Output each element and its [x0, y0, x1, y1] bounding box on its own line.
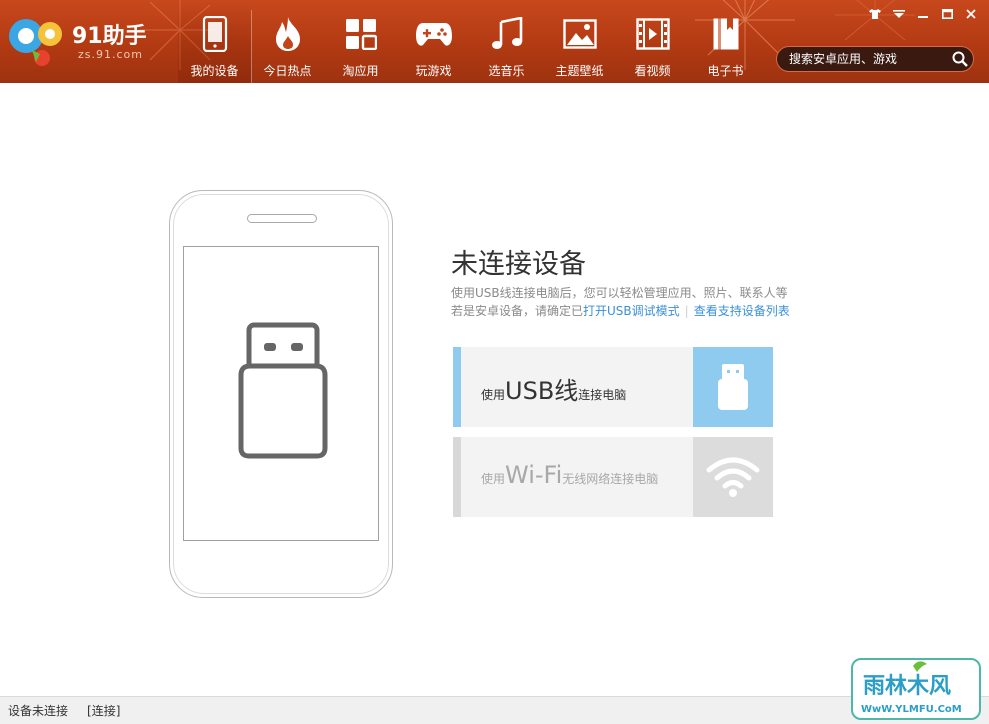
watermark-logo: 雨林木风 WwW.YLMFU.CoM — [851, 658, 981, 720]
phone-speaker — [247, 214, 317, 223]
wifi-option-icon-box — [693, 437, 773, 517]
description-line-2: 若是安卓设备，请确定已打开USB调试模式 | 查看支持设备列表 — [451, 302, 790, 319]
main-content: 未连接设备 使用USB线连接电脑后，您可以轻松管理应用、照片、联系人等 若是安卓… — [0, 83, 989, 696]
option-label-post: 无线网络连接电脑 — [562, 472, 659, 486]
option-accent-bar — [453, 347, 461, 427]
nav-label: 看视频 — [634, 64, 671, 78]
app-logo: 91助手 zs.91.com — [6, 12, 166, 68]
music-note-icon — [487, 14, 527, 54]
book-icon — [706, 14, 746, 54]
minimize-icon[interactable] — [913, 6, 933, 22]
usb-option-icon-box — [693, 347, 773, 427]
status-bar: 设备未连接 [连接] — [0, 696, 989, 724]
nav-label: 淘应用 — [342, 64, 379, 78]
nav-label: 选音乐 — [488, 64, 525, 78]
nav-label: 玩游戏 — [415, 64, 452, 78]
supported-devices-link[interactable]: 查看支持设备列表 — [694, 304, 790, 318]
page-title: 未连接设备 — [451, 249, 586, 280]
option-label-pre: 使用 — [481, 472, 506, 486]
nav-label: 我的设备 — [190, 64, 239, 78]
logo-title: 91助手 — [72, 24, 147, 49]
option-label-pre: 使用 — [481, 388, 506, 402]
connection-status: 设备未连接 — [8, 704, 69, 718]
maximize-icon[interactable] — [937, 6, 957, 22]
option-label: 使用USB线连接电脑 — [481, 371, 626, 406]
menu-icon[interactable] — [889, 6, 909, 22]
apps-grid-icon — [341, 14, 381, 54]
nav-label: 电子书 — [707, 64, 744, 78]
close-icon[interactable] — [961, 6, 981, 22]
connect-link[interactable]: [连接] — [87, 702, 120, 719]
nav-item-wallpaper[interactable]: 主题壁纸 — [543, 0, 616, 83]
logo-mark-icon — [9, 19, 62, 66]
wifi-icon — [706, 457, 760, 497]
link-separator: | — [684, 304, 689, 318]
nav-label: 今日热点 — [263, 64, 312, 78]
logo-subtitle: zs.91.com — [78, 48, 143, 61]
nav-label: 主题壁纸 — [555, 64, 604, 78]
usb-debug-link[interactable]: 打开USB调试模式 — [583, 304, 680, 318]
watermark-icon: 雨林木风 WwW.YLMFU.CoM — [861, 661, 962, 715]
film-icon — [633, 14, 673, 54]
option-label-main: Wi-Fi — [505, 461, 563, 489]
watermark-name: 雨林木风 — [863, 674, 951, 699]
nav-item-video[interactable]: 看视频 — [616, 0, 689, 83]
option-label-post: 连接电脑 — [578, 388, 627, 402]
window-controls — [865, 6, 981, 22]
search-input[interactable] — [777, 48, 947, 70]
picture-icon — [560, 14, 600, 54]
flame-icon — [268, 14, 308, 54]
connect-usb-button[interactable]: 使用USB线连接电脑 — [453, 347, 773, 427]
phone-icon — [195, 14, 235, 54]
nav-item-music[interactable]: 选音乐 — [470, 0, 543, 83]
nav-item-ebook[interactable]: 电子书 — [689, 0, 762, 83]
nav-item-games[interactable]: 玩游戏 — [397, 0, 470, 83]
search-box — [776, 46, 974, 72]
nav-item-apps[interactable]: 淘应用 — [324, 0, 397, 83]
connect-wifi-button[interactable]: 使用Wi-Fi无线网络连接电脑 — [453, 437, 773, 517]
usb-drive-icon — [718, 364, 748, 410]
gamepad-icon — [414, 14, 454, 54]
usb-drive-icon — [238, 322, 328, 459]
watermark-url: WwW.YLMFU.CoM — [861, 704, 962, 715]
option-label: 使用Wi-Fi无线网络连接电脑 — [481, 461, 658, 489]
skin-icon[interactable] — [865, 6, 885, 22]
nav-item-hot-today[interactable]: 今日热点 — [251, 0, 324, 83]
option-accent-bar — [453, 437, 461, 517]
search-icon[interactable] — [947, 47, 973, 71]
phone-illustration — [169, 190, 393, 598]
app-header: 91助手 zs.91.com 我的设备 今日热点 淘应用 玩游戏 选音乐 主题壁… — [0, 0, 989, 83]
main-nav: 我的设备 今日热点 淘应用 玩游戏 选音乐 主题壁纸 看视频 电子书 — [178, 0, 762, 83]
description-line-1: 使用USB线连接电脑后，您可以轻松管理应用、照片、联系人等 — [451, 286, 788, 300]
phone-screen — [183, 246, 379, 541]
description-line-2-prefix: 若是安卓设备，请确定已 — [451, 304, 584, 318]
nav-item-my-device[interactable]: 我的设备 — [178, 0, 252, 83]
option-label-main: USB线 — [505, 377, 579, 405]
